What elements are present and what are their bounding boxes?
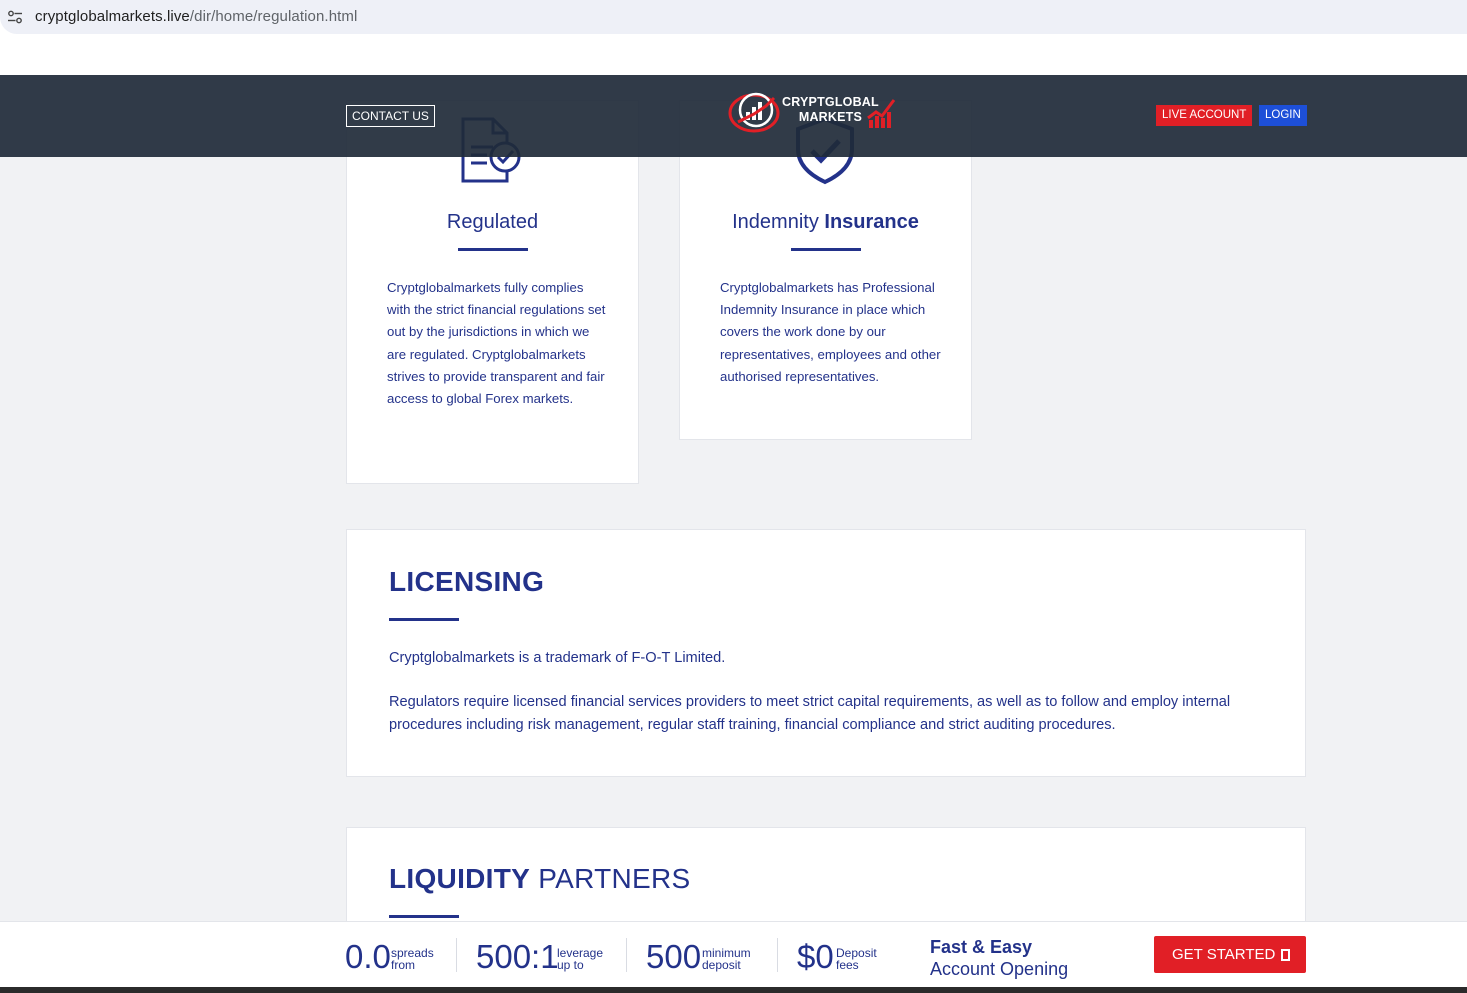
fast-easy-text: Fast & Easy Account Opening [930, 936, 1068, 980]
card-title: Regulated [347, 211, 638, 234]
stat-caption: spreads from [391, 947, 434, 971]
stat-caption-line2: fees [836, 958, 859, 972]
stat-caption: minimum deposit [702, 947, 751, 971]
browser-address-bar: cryptglobalmarkets.live/dir/home/regulat… [0, 0, 1467, 34]
stat-caption-line2: up to [557, 958, 584, 972]
top-navbar: CONTACT US CRYPTGLOBAL MARKETS LIVE ACCOU… [0, 75, 1467, 157]
section-title-bold: LIQUIDITY [389, 863, 531, 894]
licensing-paragraph-2: Regulators require licensed financial se… [389, 694, 1231, 733]
card-text: Cryptglobalmarkets fully complies with t… [387, 280, 606, 407]
window-bottom-edge [0, 987, 1467, 993]
licensing-paragraph-1: Cryptglobalmarkets is a trademark of F-O… [389, 650, 726, 666]
logo-text[interactable]: CRYPTGLOBAL MARKETS [782, 95, 879, 125]
box-icon [1281, 949, 1290, 961]
card-title-text: Regulated [446, 211, 539, 233]
url-text[interactable]: cryptglobalmarkets.live/dir/home/regulat… [35, 8, 357, 25]
url-host: cryptglobalmarkets.live [35, 8, 190, 25]
fast-line2: Account Opening [930, 959, 1069, 979]
licensing-section: LICENSING Cryptglobalmarkets is a tradem… [346, 529, 1306, 777]
logo-line2: MARKETS [798, 110, 863, 124]
contact-us-button[interactable]: CONTACT US [346, 105, 435, 127]
card-title: Indemnity Insurance [680, 211, 971, 234]
url-path: /dir/home/regulation.html [189, 8, 358, 25]
divider [456, 938, 457, 972]
fast-line1: Fast & Easy [930, 937, 1033, 957]
live-account-button[interactable]: LIVE ACCOUNT [1156, 105, 1253, 126]
divider [777, 938, 778, 972]
stat-value: 500:1 [476, 938, 559, 975]
divider [626, 938, 627, 972]
card-text: Cryptglobalmarkets has Professional Inde… [720, 280, 941, 384]
stat-caption: leverage up to [557, 947, 603, 971]
sticky-offer-bar: 0.0 spreads from 500:1 leverage up to 500 … [0, 921, 1467, 987]
stat-value: $0 [797, 938, 834, 975]
section-title-rest: PARTNERS [530, 863, 691, 894]
stat-value: 0.0 [345, 938, 391, 975]
card-title-bold: Insurance [824, 211, 919, 233]
stat-value: 500 [646, 938, 702, 975]
title-underline [389, 915, 459, 918]
section-title: LICENSING [389, 566, 545, 597]
login-button[interactable]: LOGIN [1259, 105, 1307, 126]
get-started-button[interactable]: GET STARTED [1154, 936, 1306, 973]
feature-card-regulated: Regulated Cryptglobalmarkets fully compl… [346, 100, 639, 484]
title-underline [790, 248, 861, 251]
get-started-label: GET STARTED [1172, 946, 1276, 963]
section-title: LIQUIDITY PARTNERS [389, 863, 691, 895]
tune-icon[interactable] [7, 9, 23, 25]
logo-line1: CRYPTGLOBAL [782, 95, 879, 109]
title-underline [389, 618, 459, 621]
title-underline [457, 248, 528, 251]
stat-caption-line2: deposit [702, 958, 741, 972]
omnibox[interactable]: cryptglobalmarkets.live/dir/home/regulat… [0, 0, 1467, 34]
stat-caption-line2: from [391, 958, 415, 972]
page-top-gap [0, 34, 1467, 75]
stat-caption: Deposit fees [836, 947, 877, 971]
card-title-text: Indemnity [732, 211, 825, 233]
